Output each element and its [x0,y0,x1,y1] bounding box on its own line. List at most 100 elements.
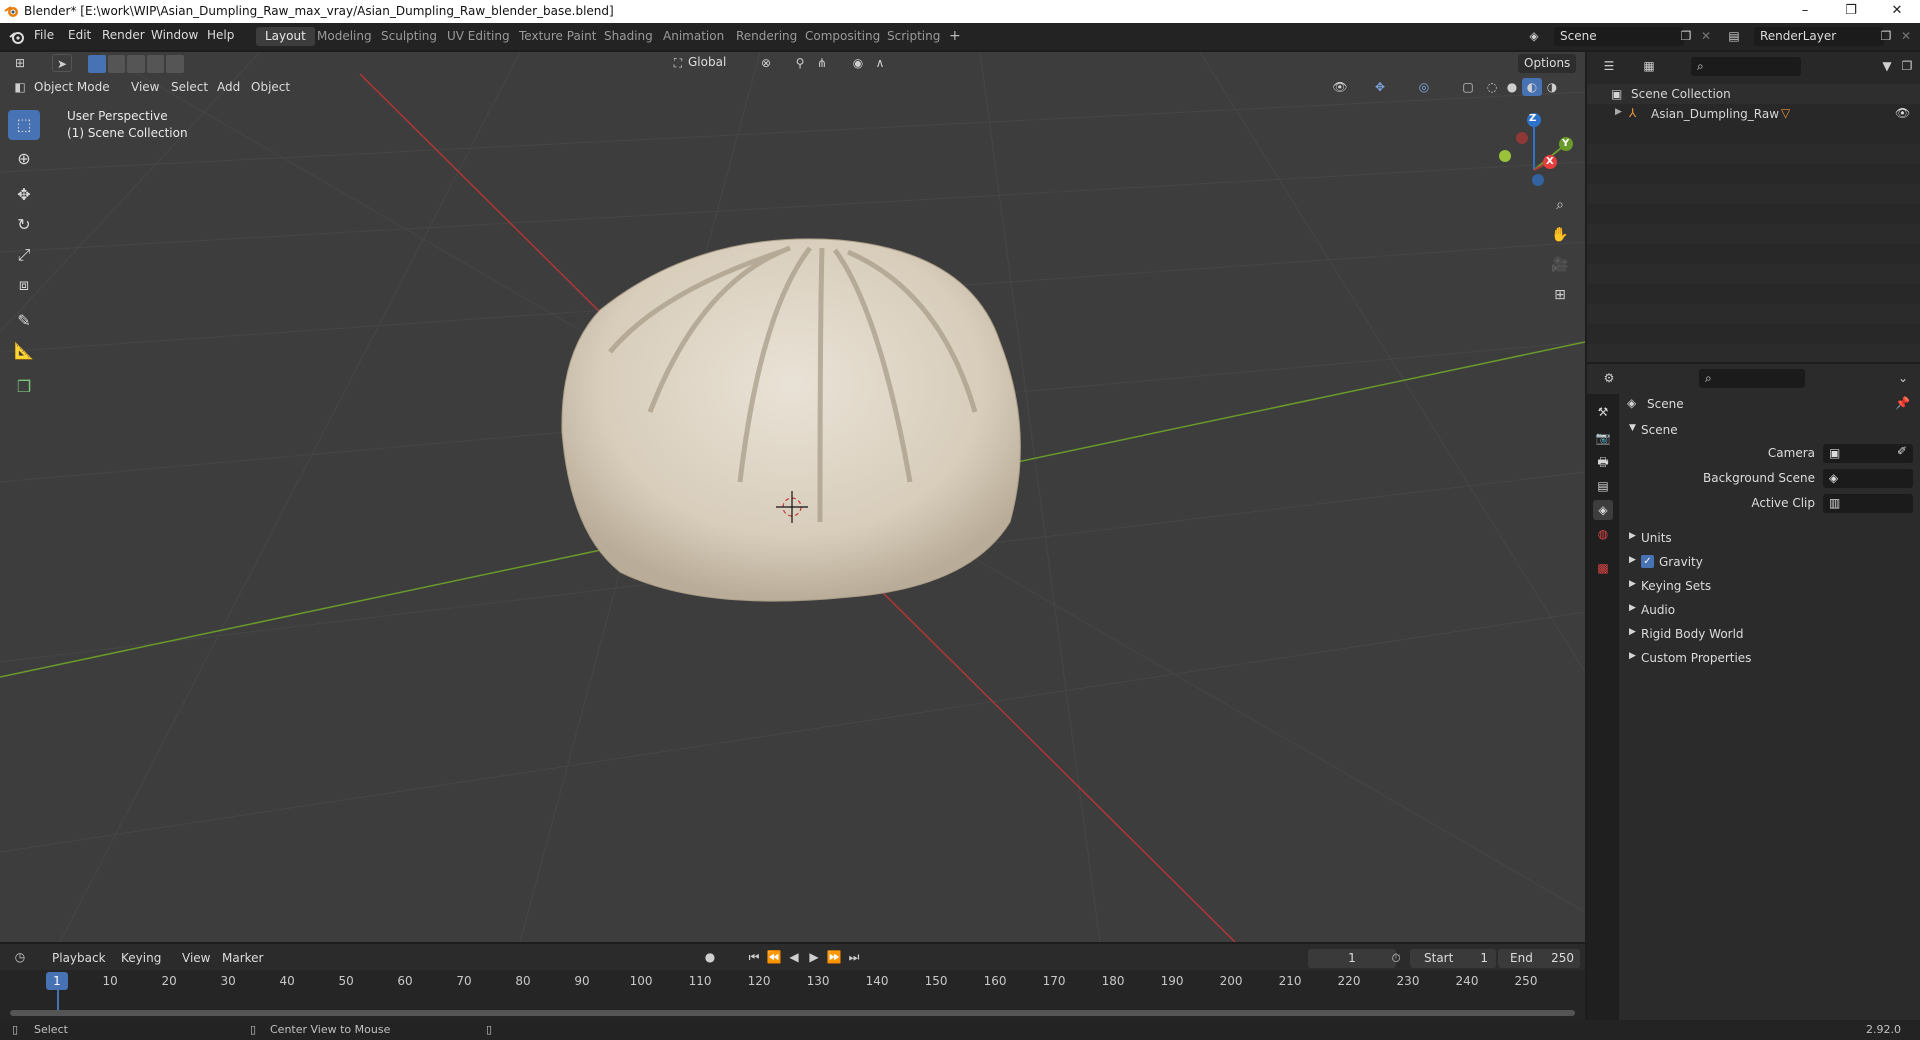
timeline-editor-icon[interactable]: ◷ [10,948,30,966]
jump-keyframe-back-icon[interactable]: ⏪ [764,948,784,966]
scene-selector[interactable]: Scene [1554,27,1684,46]
select-subtract-icon[interactable] [127,55,145,73]
options-dropdown[interactable]: Options [1518,54,1576,73]
snap-icon[interactable]: ⚲ [790,54,810,72]
new-collection-icon[interactable]: ❐ [1897,57,1917,75]
select-extend-icon[interactable] [107,55,126,73]
annotate-tool-icon[interactable]: ✎ [8,306,40,336]
gizmo-z-label[interactable]: Z [1529,113,1536,124]
select-intersect-icon[interactable] [166,55,184,73]
tab-layout[interactable]: Layout [256,27,315,46]
new-renderlayer-icon[interactable]: ❐ [1876,27,1896,45]
view-layer-tab-icon[interactable]: ▤ [1593,476,1613,496]
add-cube-tool-icon[interactable]: ❒ [8,372,40,402]
background-scene-field[interactable]: ◈ [1823,469,1913,488]
viewport-menu-add[interactable]: Add [217,80,240,94]
gravity-checkbox[interactable]: ✓ [1641,555,1654,568]
renderlayer-browse-icon[interactable]: ▤ [1724,27,1744,45]
renderlayer-selector[interactable]: RenderLayer [1754,27,1884,46]
camera-view-icon[interactable]: 🎥 [1550,256,1570,274]
properties-options-icon[interactable]: ⌄ [1893,369,1913,387]
panel-rigid-body-world-header[interactable]: ▶ Rigid Body World [1623,624,1920,644]
material-shading-icon[interactable]: ◐ [1522,78,1542,96]
panel-scene-header[interactable]: ▼ Scene [1623,420,1920,440]
pin-icon[interactable]: 📌 [1895,396,1910,410]
pivot-icon[interactable]: ⊗ [756,54,776,72]
eye-icon[interactable]: 👁 [1895,106,1910,120]
measure-tool-icon[interactable]: 📐 [8,336,40,366]
object-mode-dropdown[interactable]: Object Mode [34,80,110,94]
tab-scripting[interactable]: Scripting [878,27,949,46]
timeline-menu-keying[interactable]: Keying [121,951,161,965]
rotate-tool-icon[interactable]: ↻ [8,210,40,240]
menu-window[interactable]: Window [151,28,198,42]
eyedropper-icon[interactable]: ✐ [1897,444,1907,458]
new-scene-icon[interactable]: ❐ [1676,27,1696,45]
scale-tool-icon[interactable]: ⤢ [8,240,40,270]
scene-tab-icon[interactable]: ◈ [1593,500,1613,520]
play-reverse-icon[interactable]: ◀ [784,948,804,966]
tab-animation[interactable]: Animation [654,27,733,46]
editor-type-icon[interactable]: ⊞ [10,54,30,72]
tool-tab-icon[interactable]: ⚒ [1593,402,1613,422]
delete-renderlayer-icon[interactable]: ✕ [1896,27,1916,45]
properties-editor-icon[interactable]: ⚙ [1599,369,1619,387]
rendered-shading-icon[interactable]: ◑ [1542,78,1562,96]
active-clip-field[interactable]: ▥ [1823,494,1913,513]
current-frame-field[interactable]: 1 [1308,949,1396,968]
minimize-button[interactable]: – [1782,0,1828,23]
gizmo-x-label[interactable]: X [1546,156,1554,167]
timeline-menu-view[interactable]: View [182,951,210,965]
falloff-icon[interactable]: ∧ [870,54,890,72]
world-tab-icon[interactable]: ◍ [1593,524,1613,544]
timeline-menu-playback[interactable]: Playback [52,951,106,965]
outliner-search-input[interactable]: ⌕ [1691,57,1801,76]
add-workspace-button[interactable]: + [940,27,970,46]
panel-keying-sets-header[interactable]: ▶ Keying Sets [1623,576,1920,596]
panel-units-header[interactable]: ▶ Units [1623,528,1920,548]
visibility-icon[interactable]: 👁 [1330,78,1350,96]
expand-arrow-icon[interactable]: ▶ [1615,107,1622,117]
select-mode-group[interactable] [88,55,184,73]
scene-browse-icon[interactable]: ◈ [1524,27,1544,45]
tab-shading[interactable]: Shading [595,27,662,46]
solid-shading-icon[interactable]: ● [1502,78,1522,96]
auto-keying-icon[interactable]: ● [700,948,720,966]
ortho-toggle-icon[interactable]: ⊞ [1550,286,1570,304]
menu-edit[interactable]: Edit [68,28,91,42]
viewport-menu-object[interactable]: Object [251,80,290,94]
panel-custom-properties-header[interactable]: ▶ Custom Properties [1623,648,1920,668]
transform-tool-icon[interactable]: ⧈ [8,270,40,300]
zoom-icon[interactable]: ⌕ [1550,196,1570,214]
delete-scene-icon[interactable]: ✕ [1696,27,1716,45]
panel-audio-header[interactable]: ▶ Audio [1623,600,1920,620]
snap-target-icon[interactable]: ⋔ [812,54,832,72]
tab-uv-editing[interactable]: UV Editing [438,27,519,46]
preview-range-icon[interactable]: ⏱ [1386,949,1406,967]
jump-start-icon[interactable]: ⏮ [744,948,764,966]
display-mode-icon[interactable]: ▦ [1639,57,1659,75]
menu-file[interactable]: File [34,28,54,42]
timeline-menu-marker[interactable]: Marker [222,951,263,965]
move-tool-icon[interactable]: ✥ [8,180,40,210]
gizmo-y-label[interactable]: Y [1562,138,1569,149]
tab-modeling[interactable]: Modeling [308,27,381,46]
start-frame-field[interactable]: Start 1 [1410,949,1496,968]
timeline-scrollbar[interactable] [10,1010,1575,1016]
select-new-icon[interactable] [88,55,106,73]
render-tab-icon[interactable]: 📷 [1593,428,1613,448]
texture-tab-icon[interactable]: ▩ [1593,558,1613,578]
menu-help[interactable]: Help [207,28,234,42]
select-box-icon[interactable]: ⬚ [8,110,40,140]
outliner-row-object[interactable]: ▶ ⅄ Asian_Dumpling_Raw ▽ 👁 [1587,104,1920,124]
wireframe-shading-icon[interactable]: ◌ [1482,78,1502,96]
proportional-edit-icon[interactable]: ◉ [848,54,868,72]
tab-sculpting[interactable]: Sculpting [372,27,446,46]
overlay-toggle-icon[interactable]: ◎ [1414,78,1434,96]
tab-texture-paint[interactable]: Texture Paint [510,27,605,46]
filter-icon[interactable]: ▼ [1877,57,1897,75]
blender-menu-icon[interactable] [8,28,26,46]
outliner-row-scene-collection[interactable]: ▣ Scene Collection [1587,84,1920,104]
cursor-tool-icon[interactable]: ⊕ [8,144,40,174]
select-tool-icon[interactable]: ➤ [52,54,72,72]
